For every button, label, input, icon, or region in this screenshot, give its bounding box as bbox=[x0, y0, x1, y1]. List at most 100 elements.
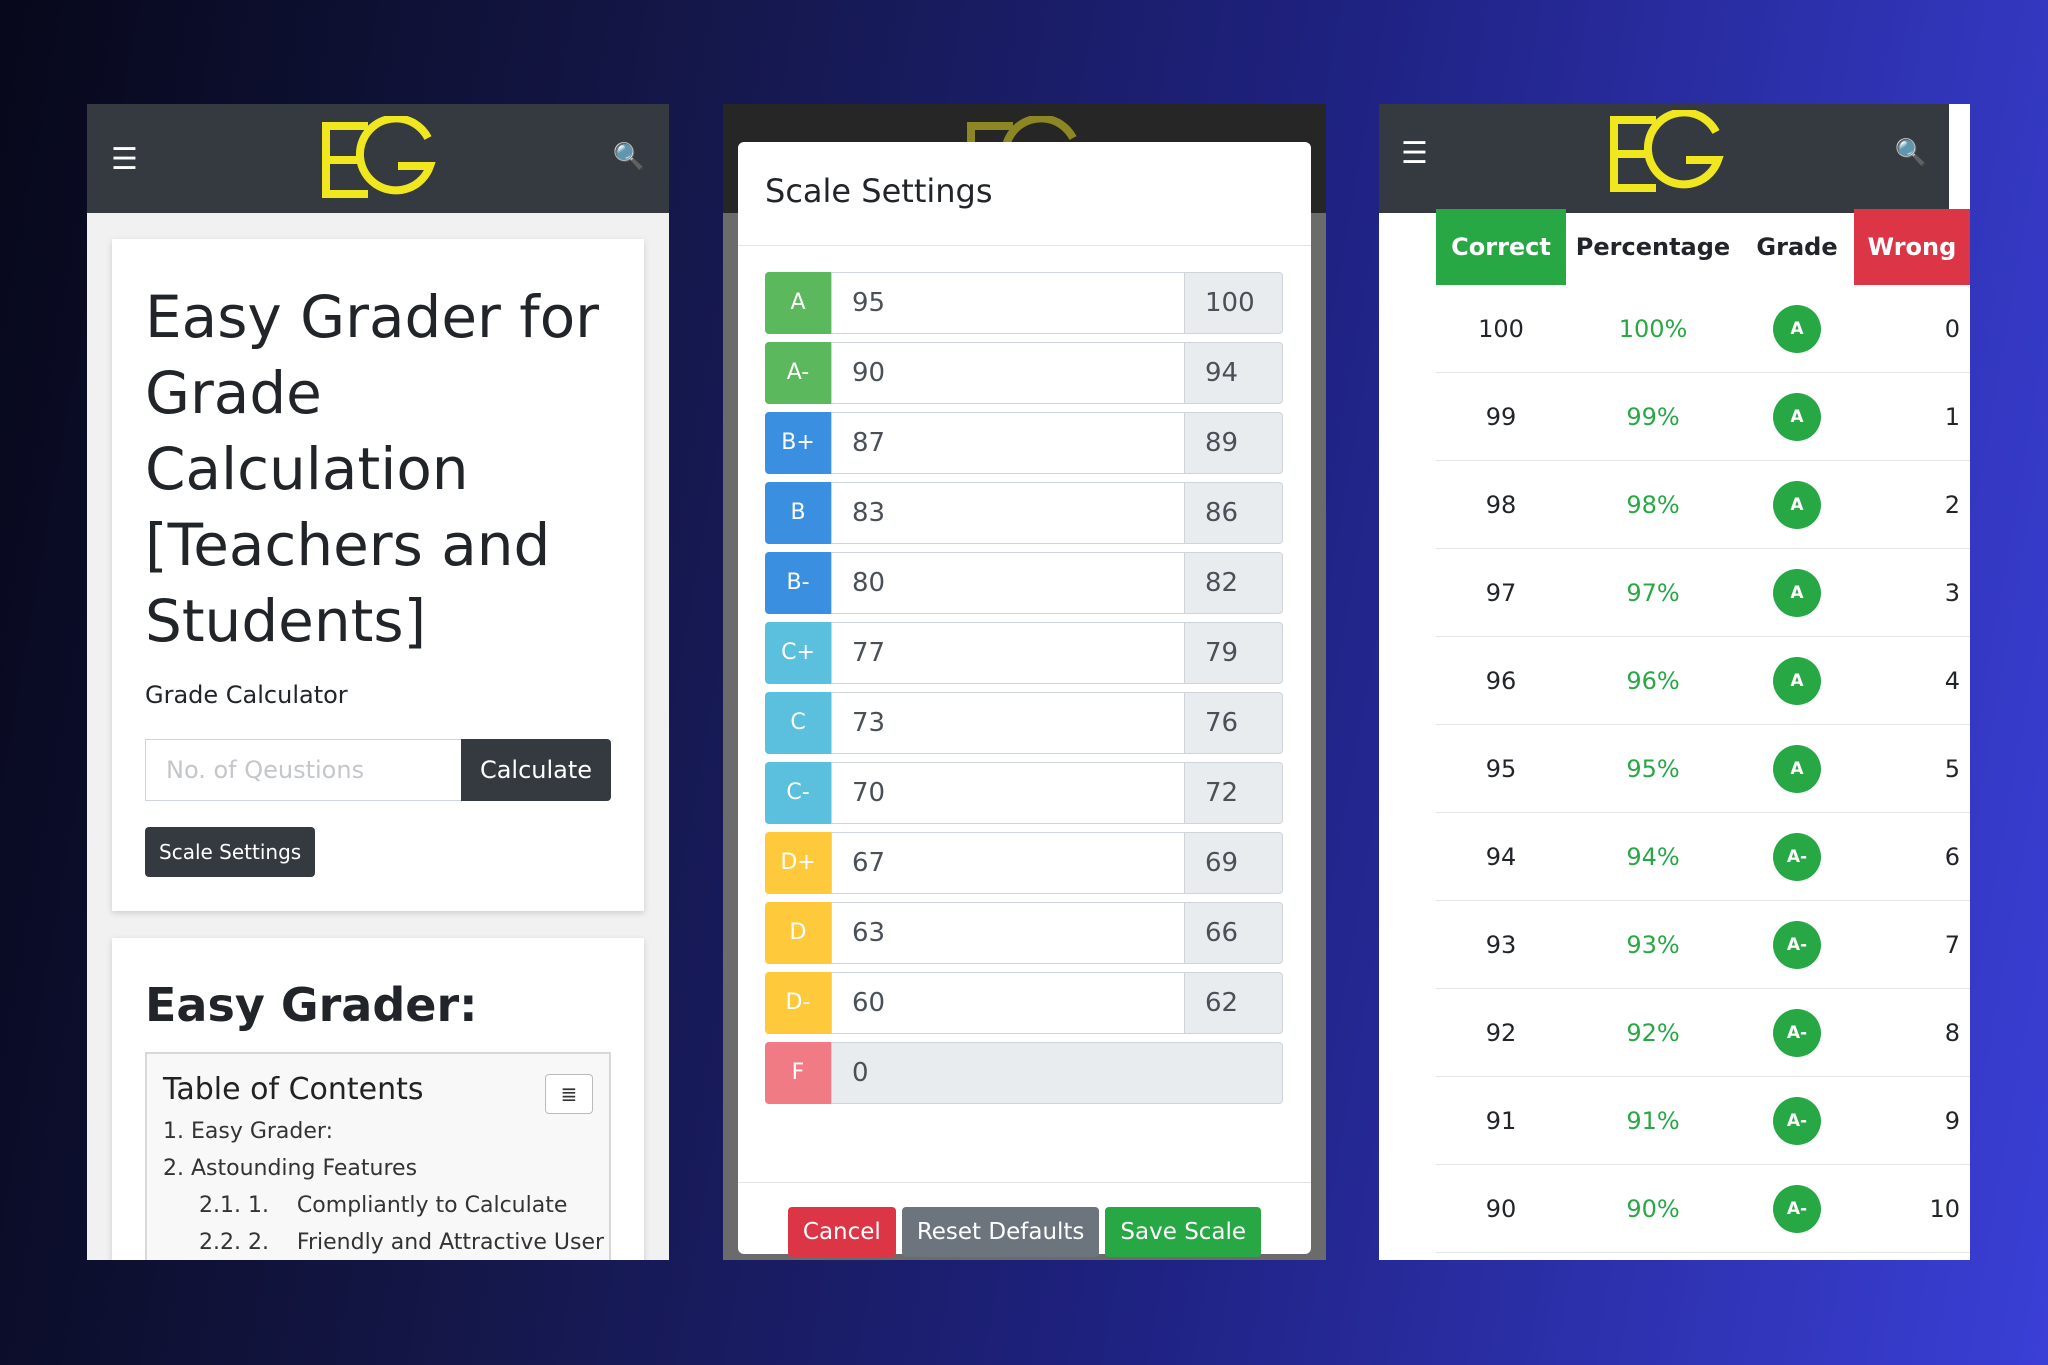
cell-correct: 98 bbox=[1485, 490, 1517, 519]
cell-grade: A- bbox=[1740, 1008, 1854, 1057]
cell-wrong: 5 bbox=[1944, 754, 1960, 783]
calculate-button[interactable]: Calculate bbox=[461, 739, 611, 801]
scale-row: B 83 86 bbox=[765, 482, 1284, 544]
grade-badge: A- bbox=[1773, 1184, 1821, 1233]
min-score-input[interactable]: 67 bbox=[831, 832, 1185, 894]
min-score-input[interactable]: 70 bbox=[831, 762, 1185, 824]
scale-settings-modal: Scale Settings A 95 100 A- 90 94 B+ 87 89 B 83 86 B-… bbox=[738, 142, 1311, 1257]
grade-label: A bbox=[765, 272, 831, 334]
min-score-input[interactable]: 90 bbox=[831, 342, 1185, 404]
header-grade: Grade bbox=[1756, 233, 1838, 261]
max-score: 89 bbox=[1185, 412, 1283, 474]
grade-badge: A bbox=[1773, 656, 1821, 705]
cell-grade: A- bbox=[1740, 920, 1854, 969]
section-heading: Easy Grader: bbox=[145, 978, 478, 1032]
cell-percentage: 92% bbox=[1626, 1018, 1680, 1047]
menu-icon[interactable]: ☰ bbox=[1401, 136, 1428, 171]
toc-toggle-icon[interactable]: ≣ bbox=[545, 1074, 593, 1114]
eg-logo[interactable] bbox=[1608, 110, 1724, 196]
table-row: 92 92% A- 8 bbox=[1436, 989, 1970, 1077]
scale-row: C 73 76 bbox=[765, 692, 1284, 754]
grade-label: B+ bbox=[765, 412, 831, 474]
cell-correct: 94 bbox=[1485, 842, 1517, 871]
header-correct: Correct bbox=[1436, 209, 1566, 285]
scale-row: D 63 66 bbox=[765, 902, 1284, 964]
scale-row: A 95 100 bbox=[765, 272, 1284, 334]
modal-footer-divider bbox=[738, 1182, 1311, 1183]
table-row: 94 94% A- 6 bbox=[1436, 813, 1970, 901]
cell-wrong: 9 bbox=[1944, 1106, 1960, 1135]
grade-label: B- bbox=[765, 552, 831, 614]
cell-percentage: 94% bbox=[1626, 842, 1680, 871]
header-wrong: Wrong bbox=[1854, 209, 1970, 285]
save-scale-button[interactable]: Save Scale bbox=[1105, 1207, 1262, 1257]
max-score: 82 bbox=[1185, 552, 1283, 614]
grade-label: A- bbox=[765, 342, 831, 404]
search-icon[interactable]: 🔍 bbox=[1895, 138, 1927, 168]
table-row: 90 90% A- 10 bbox=[1436, 1165, 1970, 1253]
toc-item[interactable]: 2. Astounding Features bbox=[163, 1156, 593, 1181]
cell-wrong: 1 bbox=[1944, 402, 1960, 431]
cell-wrong: 2 bbox=[1944, 490, 1960, 519]
max-score: 94 bbox=[1185, 342, 1283, 404]
cell-percentage: 100% bbox=[1618, 314, 1688, 343]
article-card: Easy Grader: Table of Contents ≣ 1. Easy… bbox=[112, 938, 644, 1260]
toc-item[interactable]: 1. Easy Grader: bbox=[163, 1119, 593, 1144]
table-header: Correct Percentage Grade Wrong bbox=[1436, 209, 1970, 285]
cell-wrong: 3 bbox=[1944, 578, 1960, 607]
page-title: Easy Grader for Grade Calculation [Teach… bbox=[145, 283, 600, 655]
table-row: 99 99% A 1 bbox=[1436, 373, 1970, 461]
min-score-input[interactable]: 87 bbox=[831, 412, 1185, 474]
modal-title: Scale Settings bbox=[738, 142, 1311, 246]
table-body: 100 100% A 0 99 99% A 1 98 98% A 2 97 97% A 3 96 96% A 4 95 9… bbox=[1436, 285, 1970, 1253]
eg-logo[interactable] bbox=[320, 116, 436, 202]
cell-grade: A- bbox=[1740, 1096, 1854, 1145]
table-row: 91 91% A- 9 bbox=[1436, 1077, 1970, 1165]
cell-percentage: 90% bbox=[1626, 1194, 1680, 1223]
table-row: 95 95% A 5 bbox=[1436, 725, 1970, 813]
min-score-input[interactable]: 77 bbox=[831, 622, 1185, 684]
toc-item[interactable]: 2.2. 2. Friendly and Attractive User bbox=[163, 1230, 604, 1255]
table-row: 97 97% A 3 bbox=[1436, 549, 1970, 637]
cell-grade: A bbox=[1740, 304, 1854, 353]
grade-label: C bbox=[765, 692, 831, 754]
cell-grade: A bbox=[1740, 480, 1854, 529]
scale-row: C- 70 72 bbox=[765, 762, 1284, 824]
max-score: 72 bbox=[1185, 762, 1283, 824]
min-score-input[interactable]: 83 bbox=[831, 482, 1185, 544]
min-score-input[interactable]: 60 bbox=[831, 972, 1185, 1034]
min-score-input[interactable]: 0 bbox=[831, 1042, 1283, 1104]
reset-defaults-button[interactable]: Reset Defaults bbox=[901, 1207, 1100, 1257]
questions-input[interactable] bbox=[145, 739, 461, 801]
min-score-input[interactable]: 80 bbox=[831, 552, 1185, 614]
cell-wrong: 4 bbox=[1944, 666, 1960, 695]
grade-label: C- bbox=[765, 762, 831, 824]
search-icon[interactable]: 🔍 bbox=[613, 142, 645, 172]
min-score-input[interactable]: 95 bbox=[831, 272, 1185, 334]
grade-label: D bbox=[765, 902, 831, 964]
toc-item[interactable]: 2.1. 1. Compliantly to Calculate bbox=[163, 1193, 593, 1218]
cell-correct: 92 bbox=[1485, 1018, 1517, 1047]
menu-icon[interactable]: ☰ bbox=[111, 142, 138, 177]
scale-settings-button[interactable]: Scale Settings bbox=[145, 827, 316, 877]
grade-label: D+ bbox=[765, 832, 831, 894]
cell-correct: 96 bbox=[1485, 666, 1517, 695]
min-score-input[interactable]: 73 bbox=[831, 692, 1185, 754]
table-row: 98 98% A 2 bbox=[1436, 461, 1970, 549]
max-score: 79 bbox=[1185, 622, 1283, 684]
scale-row: A- 90 94 bbox=[765, 342, 1284, 404]
cell-wrong: 8 bbox=[1944, 1018, 1960, 1047]
table-row: 100 100% A 0 bbox=[1436, 285, 1970, 373]
grade-label: B bbox=[765, 482, 831, 544]
cell-correct: 97 bbox=[1485, 578, 1517, 607]
modal-footer: Cancel Reset Defaults Save Scale bbox=[738, 1207, 1311, 1257]
cell-grade: A bbox=[1740, 568, 1854, 617]
question-input-group: Calculate bbox=[145, 739, 611, 801]
cell-percentage: 91% bbox=[1626, 1106, 1680, 1135]
min-score-input[interactable]: 63 bbox=[831, 902, 1185, 964]
cancel-button[interactable]: Cancel bbox=[787, 1207, 896, 1257]
grade-badge: A bbox=[1773, 744, 1821, 793]
scale-row: B+ 87 89 bbox=[765, 412, 1284, 474]
max-score: 76 bbox=[1185, 692, 1283, 754]
scale-row: D- 60 62 bbox=[765, 972, 1284, 1034]
